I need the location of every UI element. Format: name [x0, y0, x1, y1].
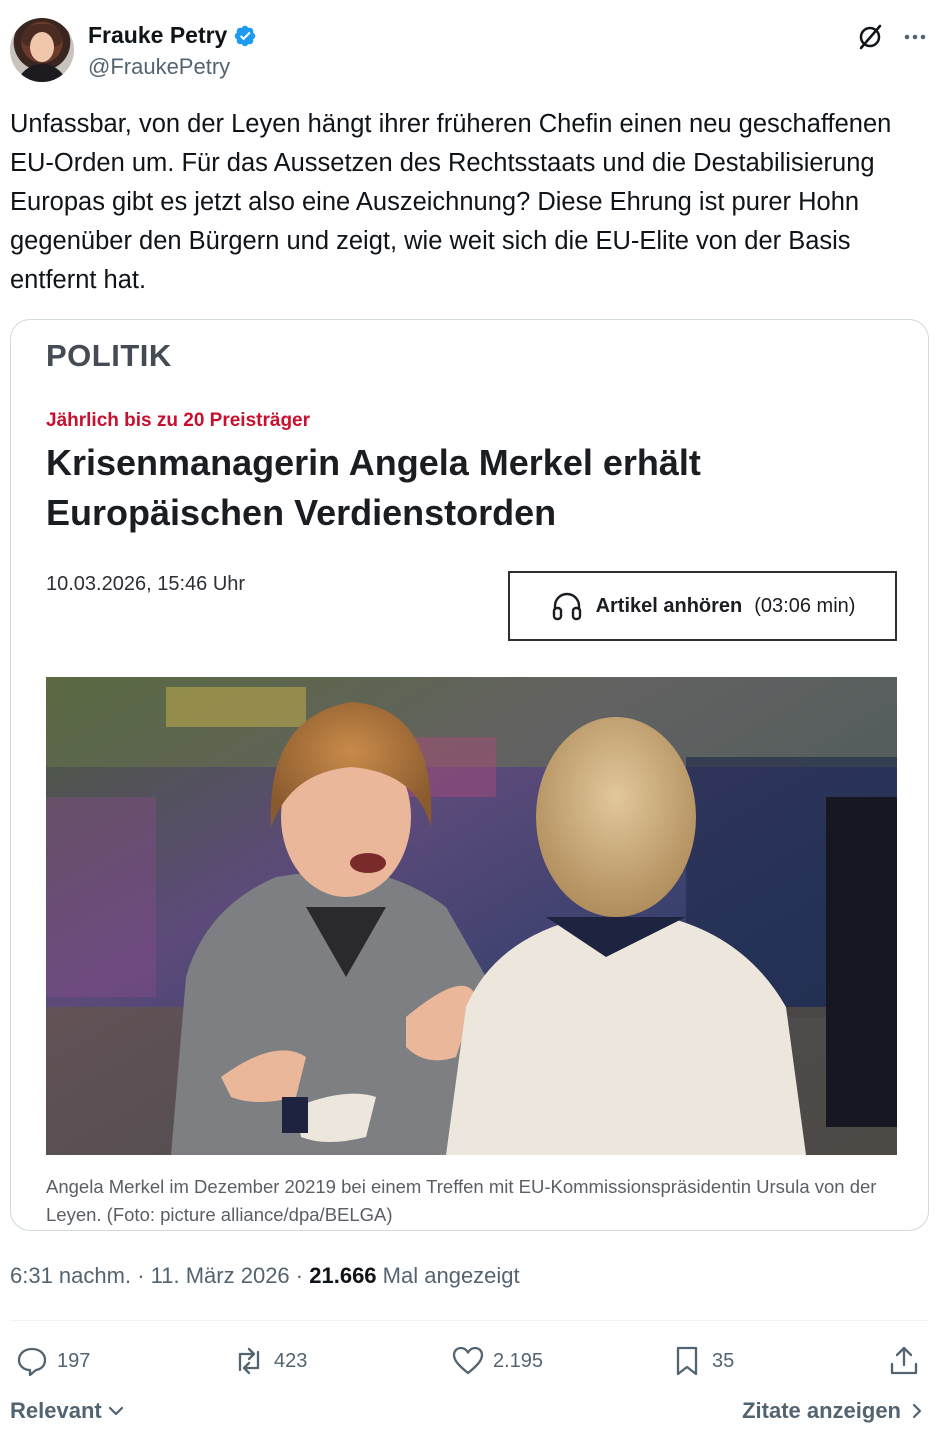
chevron-right-icon [912, 1403, 922, 1419]
article-date: 10.03.2026, 15:46 Uhr [46, 573, 246, 595]
bookmark-count: 35 [712, 1349, 735, 1372]
avatar-face [30, 32, 54, 62]
view-quotes-link[interactable]: Zitate anzeigen [742, 1398, 927, 1424]
view-label: Mal angezeigt [382, 1263, 520, 1288]
share-button[interactable] [887, 1338, 921, 1384]
listen-article-button: Artikel anhören (03:06 min) [508, 571, 897, 641]
like-button[interactable]: 2.195 [451, 1338, 543, 1384]
tweet-text: Unfassbar, von der Leyen hängt ihrer frü… [10, 110, 892, 294]
avatar-shirt [16, 64, 68, 82]
meta-separator: · [137, 1263, 151, 1288]
more-icon[interactable] [900, 22, 930, 52]
meta-separator: · [295, 1263, 310, 1288]
tweet-meta: 6:31 nachm. · 11. März 2026 · 21.666 Mal… [10, 1263, 520, 1289]
avatar[interactable] [10, 18, 74, 82]
grok-icon[interactable] [855, 22, 885, 52]
verified-badge-icon [235, 25, 256, 46]
heart-icon [452, 1346, 484, 1375]
view-count: 21.666 [309, 1263, 377, 1288]
listen-duration: (03:06 min) [754, 594, 856, 617]
chevron-down-icon [108, 1406, 123, 1416]
bookmark-button[interactable]: 35 [670, 1338, 734, 1384]
photo-caption: Angela Merkel im Dezember 20219 bei eine… [46, 1176, 877, 1225]
repost-count: 423 [274, 1349, 308, 1372]
author-handle[interactable]: @FraukePetry [88, 54, 230, 80]
like-count: 2.195 [493, 1349, 544, 1372]
reply-button[interactable]: 197 [15, 1338, 90, 1384]
repost-icon [238, 1347, 260, 1375]
tweet-time[interactable]: 6:31 nachm. [10, 1263, 131, 1288]
reply-icon [17, 1347, 47, 1377]
article-photo [46, 677, 897, 1155]
repost-button[interactable]: 423 [232, 1338, 307, 1384]
reply-count: 197 [57, 1349, 91, 1372]
sort-label: Relevant [10, 1398, 102, 1423]
article-screenshot-card[interactable]: POLITIK Jährlich bis zu 20 Preisträger K… [10, 319, 929, 1231]
sort-replies-dropdown[interactable]: Relevant [10, 1398, 126, 1424]
share-icon [890, 1346, 918, 1375]
divider [10, 1320, 929, 1321]
photo-illustration [46, 677, 897, 1155]
headphones-icon [552, 592, 581, 621]
article-headline: Krisenmanagerin Angela Merkel erhält Eur… [46, 442, 701, 533]
quotes-label: Zitate anzeigen [742, 1398, 901, 1423]
tweet-header: Frauke Petry @FraukePetry [10, 18, 935, 84]
bookmark-icon [676, 1346, 698, 1376]
author-name-row[interactable]: Frauke Petry [88, 22, 257, 49]
author-name[interactable]: Frauke Petry [88, 22, 227, 49]
article-section: POLITIK [46, 338, 172, 373]
listen-label: Artikel anhören [595, 594, 743, 617]
tweet-date[interactable]: 11. März 2026 [151, 1263, 290, 1288]
action-bar: 197 423 2.195 35 [10, 1338, 929, 1384]
article-kicker: Jährlich bis zu 20 Preisträger [46, 410, 311, 431]
